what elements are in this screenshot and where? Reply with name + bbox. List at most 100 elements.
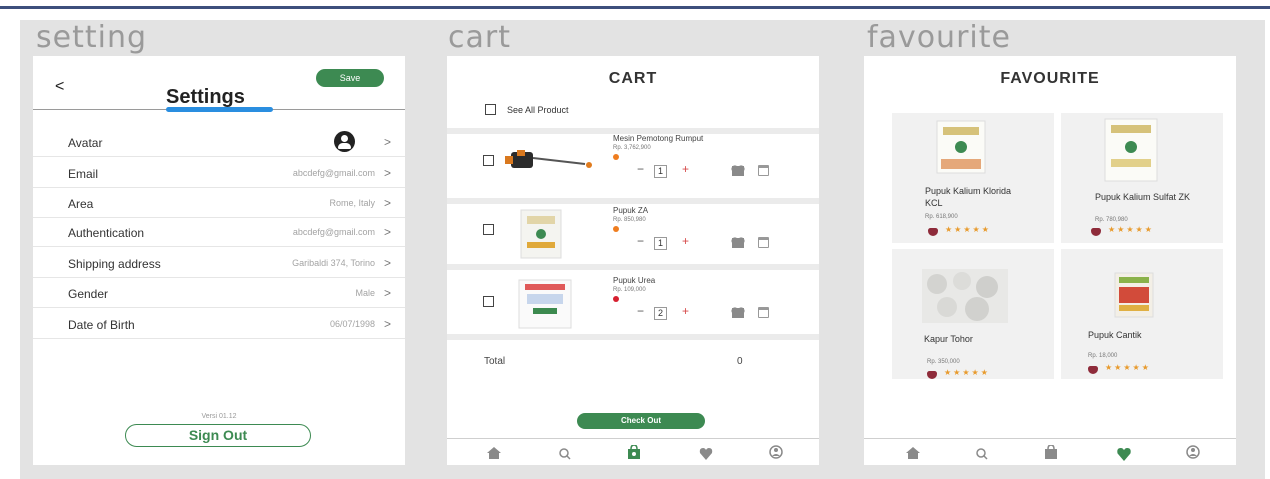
favourite-screen: FAVOURITE Pupuk Kalium Klorida KCL Rp. 6… bbox=[864, 56, 1236, 465]
heart-icon[interactable] bbox=[732, 308, 744, 318]
bottom-nav bbox=[864, 438, 1236, 465]
settings-row-date-of-birth[interactable]: Date of Birth 06/07/1998 > bbox=[33, 309, 405, 339]
row-label: Area bbox=[68, 197, 94, 211]
item-price: Rp. 850,980 bbox=[613, 217, 646, 223]
row-value: Garibaldi 374, Torino bbox=[292, 258, 375, 268]
qty-minus-button[interactable]: − bbox=[637, 304, 644, 318]
qty-minus-button[interactable]: − bbox=[637, 162, 644, 176]
qty-minus-button[interactable]: − bbox=[637, 234, 644, 248]
search-icon[interactable] bbox=[976, 448, 988, 460]
bag-icon[interactable] bbox=[1044, 445, 1058, 459]
profile-icon[interactable] bbox=[769, 445, 783, 459]
favourite-card[interactable]: Pupuk Kalium Sulfat ZK Rp. 780,980 ★★★★★ bbox=[1061, 113, 1223, 243]
product-image-zk bbox=[1104, 118, 1158, 182]
row-value: Male bbox=[355, 288, 375, 298]
total-label: Total bbox=[484, 356, 506, 367]
settings-row-gender[interactable]: Gender Male > bbox=[33, 278, 405, 308]
mockup-canvas: setting cart favourite < Save Settings A… bbox=[20, 20, 1265, 479]
chevron-right-icon: > bbox=[383, 225, 391, 239]
page-title: CART bbox=[608, 70, 658, 87]
product-name: Kapur Tohor bbox=[924, 334, 973, 344]
bag-icon[interactable] bbox=[627, 445, 641, 459]
product-name: Pupuk Kalium Klorida KCL bbox=[925, 186, 1012, 208]
product-name: Pupuk Kalium Sulfat ZK bbox=[1095, 192, 1191, 202]
back-button[interactable]: < bbox=[55, 78, 64, 96]
rating-stars: ★★★★★ bbox=[945, 225, 991, 234]
product-image-kapur-tohor bbox=[922, 269, 1008, 323]
qty-value[interactable]: 2 bbox=[654, 307, 667, 320]
settings-row-authentication[interactable]: Authentication abcdefg@gmail.com > bbox=[33, 217, 405, 247]
home-icon[interactable] bbox=[906, 447, 920, 459]
settings-screen: < Save Settings Avatar > Email abcdefg@g… bbox=[33, 56, 405, 465]
qty-plus-button[interactable]: + bbox=[682, 162, 689, 176]
page-title: FAVOURITE bbox=[1000, 70, 1100, 87]
qty-value[interactable]: 1 bbox=[654, 165, 667, 178]
heart-icon[interactable] bbox=[1116, 448, 1132, 461]
row-value: abcdefg@gmail.com bbox=[292, 168, 375, 178]
sign-out-button[interactable]: Sign Out bbox=[125, 424, 311, 447]
product-price: Rp. 18,000 bbox=[1088, 353, 1118, 359]
title-underline bbox=[166, 107, 273, 112]
item-price: Rp. 109,000 bbox=[613, 287, 646, 293]
settings-row-shipping-address[interactable]: Shipping address Garibaldi 374, Torino > bbox=[33, 248, 405, 278]
heart-icon[interactable] bbox=[1091, 228, 1101, 236]
row-value: Rome, Italy bbox=[329, 198, 375, 208]
chevron-right-icon: > bbox=[383, 166, 391, 180]
product-image-grass-cutter[interactable] bbox=[503, 144, 601, 174]
qty-plus-button[interactable]: + bbox=[682, 304, 689, 318]
row-value: abcdefg@gmail.com bbox=[292, 227, 375, 237]
favourite-card[interactable]: Pupuk Kalium Klorida KCL Rp. 618,900 ★★★… bbox=[892, 113, 1054, 243]
item-checkbox[interactable] bbox=[483, 296, 494, 307]
row-label: Avatar bbox=[68, 136, 103, 150]
heart-icon[interactable] bbox=[699, 448, 713, 460]
trash-icon[interactable] bbox=[758, 165, 769, 176]
cart-item: Pupuk ZA Rp. 850,980 − 1 + bbox=[447, 206, 819, 266]
see-all-label: See All Product bbox=[507, 105, 569, 115]
product-price: Rp. 350,000 bbox=[927, 359, 960, 365]
heart-icon[interactable] bbox=[927, 371, 937, 379]
chevron-right-icon: > bbox=[383, 286, 391, 300]
qty-plus-button[interactable]: + bbox=[682, 234, 689, 248]
product-price: Rp. 618,900 bbox=[925, 214, 958, 220]
item-checkbox[interactable] bbox=[483, 224, 494, 235]
section-title-favourite: favourite bbox=[867, 20, 1011, 55]
check-out-button[interactable]: Check Out bbox=[577, 413, 705, 429]
product-image-pupuk-urea[interactable] bbox=[513, 278, 577, 330]
section-title-setting: setting bbox=[36, 20, 148, 55]
heart-icon[interactable] bbox=[928, 228, 938, 236]
product-image-pupuk-za[interactable] bbox=[513, 208, 569, 260]
favourite-card[interactable]: Kapur Tohor Rp. 350,000 ★★★★★ bbox=[892, 249, 1054, 379]
product-price: Rp. 780,980 bbox=[1095, 217, 1128, 223]
rating-stars: ★★★★★ bbox=[944, 368, 990, 377]
row-value: 06/07/1998 bbox=[329, 319, 375, 329]
rating-stars: ★★★★★ bbox=[1108, 225, 1154, 234]
settings-row-email[interactable]: Email abcdefg@gmail.com > bbox=[33, 158, 405, 188]
favourite-card[interactable]: Pupuk Cantik Rp. 18,000 ★★★★★ bbox=[1061, 249, 1223, 379]
settings-row-area[interactable]: Area Rome, Italy > bbox=[33, 188, 405, 218]
row-label: Gender bbox=[68, 287, 109, 301]
product-image-pupuk-cantik bbox=[1114, 272, 1154, 318]
profile-icon[interactable] bbox=[1186, 445, 1200, 459]
select-all-checkbox[interactable] bbox=[485, 104, 496, 115]
product-name: Pupuk Cantik bbox=[1088, 330, 1142, 340]
page-title: Settings bbox=[166, 86, 245, 108]
item-name: Pupuk Urea bbox=[613, 276, 656, 285]
cart-screen: CART See All Product Mesin Pemotong Rump… bbox=[447, 56, 819, 465]
heart-icon[interactable] bbox=[732, 166, 744, 176]
chevron-right-icon: > bbox=[383, 317, 391, 331]
cart-item: Pupuk Urea Rp. 109,000 − 2 + bbox=[447, 276, 819, 336]
settings-row-avatar[interactable]: Avatar > bbox=[33, 127, 405, 157]
save-button[interactable]: Save bbox=[316, 69, 384, 87]
variant-dot[interactable] bbox=[613, 296, 619, 302]
qty-value[interactable]: 1 bbox=[654, 237, 667, 250]
avatar-icon bbox=[334, 131, 355, 152]
home-icon[interactable] bbox=[487, 447, 501, 459]
trash-icon[interactable] bbox=[758, 237, 769, 248]
search-icon[interactable] bbox=[559, 448, 571, 460]
item-checkbox[interactable] bbox=[483, 155, 494, 166]
heart-icon[interactable] bbox=[1088, 366, 1098, 374]
trash-icon[interactable] bbox=[758, 307, 769, 318]
variant-dot[interactable] bbox=[613, 154, 619, 160]
variant-dot[interactable] bbox=[613, 226, 619, 232]
heart-icon[interactable] bbox=[732, 238, 744, 248]
